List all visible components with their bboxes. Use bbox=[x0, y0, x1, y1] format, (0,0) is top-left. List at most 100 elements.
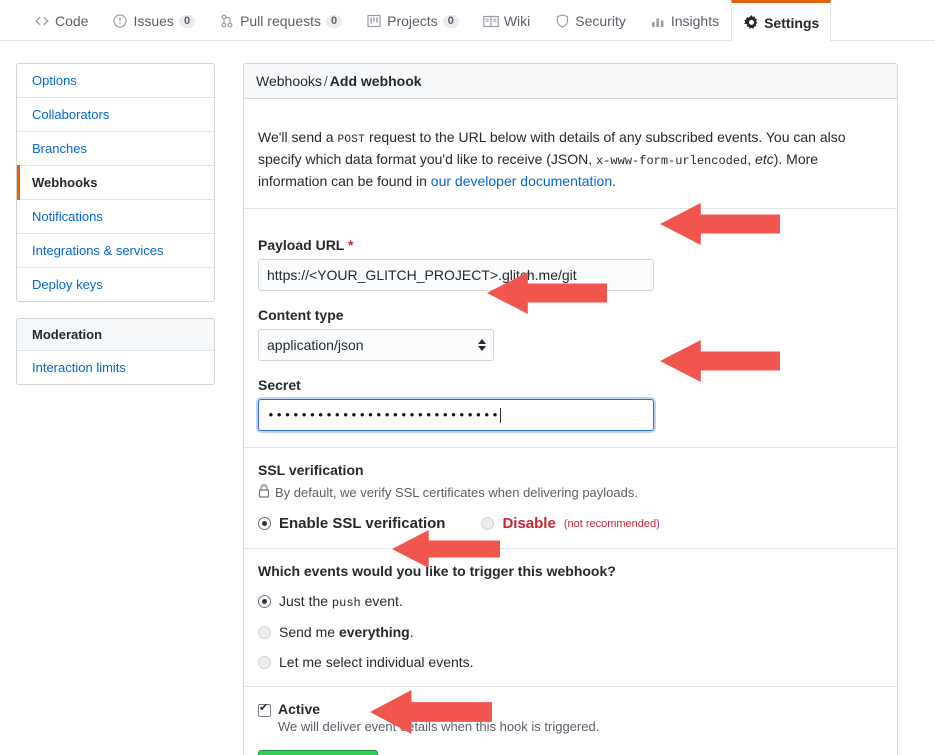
event-option-push[interactable]: Just the push event. bbox=[258, 593, 883, 610]
sidebar-item-options[interactable]: Options bbox=[17, 64, 214, 98]
sidebar-item-label: Deploy keys bbox=[32, 277, 103, 292]
intro-post-method: POST bbox=[337, 134, 366, 146]
tab-label: Code bbox=[55, 13, 89, 29]
sidebar-item-notifications[interactable]: Notifications bbox=[17, 200, 214, 234]
payload-url-label: Payload URL * bbox=[258, 237, 883, 253]
tab-label: Projects bbox=[387, 13, 438, 29]
active-label: Active bbox=[278, 701, 321, 718]
intro-part-3: , bbox=[747, 151, 756, 168]
sidebar-item-deploy-keys[interactable]: Deploy keys bbox=[17, 268, 214, 301]
add-webhook-button[interactable]: Add webhook bbox=[258, 750, 378, 755]
tab-label: Security bbox=[575, 13, 626, 29]
intro-content-type-code: x-www-form-urlencoded bbox=[596, 154, 748, 169]
settings-sidebar: Options Collaborators Branches Webhooks Noti… bbox=[16, 63, 215, 401]
secret-masked-value: •••••••••••••••••••••••••••• bbox=[267, 407, 500, 423]
tab-issues[interactable]: Issues 0 bbox=[100, 0, 207, 41]
add-webhook-panel: Webhooks / Add webhook We'll send a POST r… bbox=[243, 63, 898, 755]
tab-label: Pull requests bbox=[240, 13, 321, 29]
sidebar-item-label: Options bbox=[32, 73, 77, 88]
payload-url-field-wrap: https://<YOUR_GLITCH_PROJECT>.glitch.me/… bbox=[258, 259, 883, 292]
tab-counter: 0 bbox=[442, 14, 459, 28]
sidebar-item-label: Branches bbox=[32, 141, 87, 156]
settings-menu: Options Collaborators Branches Webhooks Noti… bbox=[16, 63, 215, 302]
payload-url-input[interactable]: https://<YOUR_GLITCH_PROJECT>.glitch.me/… bbox=[258, 259, 654, 292]
event-push-label: Just the push event. bbox=[279, 593, 403, 610]
events-section: Which events would you like to trigger t… bbox=[244, 549, 897, 688]
ssl-verification-section: SSL verification By default, we verify S… bbox=[244, 448, 897, 550]
tab-pull-requests[interactable]: Pull requests 0 bbox=[207, 0, 354, 41]
event-option-individual[interactable]: Let me select individual events. bbox=[258, 654, 883, 670]
tab-wiki[interactable]: Wiki bbox=[471, 0, 542, 41]
tab-label: Issues bbox=[133, 13, 174, 29]
sidebar-item-label: Integrations & services bbox=[32, 243, 164, 258]
text-caret bbox=[500, 407, 502, 423]
issue-opened-icon bbox=[112, 13, 128, 29]
tab-label: Wiki bbox=[503, 13, 531, 29]
ssl-disable-note: (not recommended) bbox=[563, 517, 660, 530]
tab-settings[interactable]: Settings bbox=[731, 0, 832, 42]
book-icon bbox=[483, 13, 499, 29]
event-push-prefix: Just the bbox=[279, 593, 332, 610]
event-everything-label: Send me everything. bbox=[279, 624, 414, 640]
ssl-heading: SSL verification bbox=[258, 462, 364, 479]
active-checkbox-row[interactable]: Active We will deliver event details whe… bbox=[258, 701, 883, 734]
content-type-select[interactable]: application/json bbox=[258, 329, 494, 362]
secret-input[interactable]: •••••••••••••••••••••••••••• bbox=[258, 399, 654, 432]
tab-projects[interactable]: Projects 0 bbox=[354, 0, 471, 41]
ssl-note-row: By default, we verify SSL certificates w… bbox=[258, 484, 883, 501]
event-individual-radio[interactable] bbox=[258, 655, 271, 669]
gear-icon bbox=[743, 15, 759, 31]
lock-icon bbox=[258, 484, 270, 501]
tab-counter: 0 bbox=[326, 14, 343, 28]
event-everything-radio[interactable] bbox=[258, 625, 271, 639]
code-icon bbox=[34, 13, 50, 29]
event-everything-bold: everything bbox=[338, 624, 410, 641]
sidebar-item-label: Collaborators bbox=[32, 107, 110, 122]
active-section: Active We will deliver event details whe… bbox=[244, 687, 897, 755]
select-updown-chevrons-icon bbox=[478, 339, 486, 352]
tab-security[interactable]: Security bbox=[542, 0, 638, 41]
content-type-select-wrap: application/json bbox=[258, 329, 494, 362]
project-icon bbox=[366, 13, 382, 29]
webhook-breadcrumb: Webhooks / Add webhook bbox=[244, 64, 897, 99]
developer-documentation-link[interactable]: our developer documentation bbox=[431, 173, 612, 189]
breadcrumb-current: Add webhook bbox=[329, 73, 422, 89]
ssl-disable-radio[interactable] bbox=[481, 517, 495, 531]
payload-url-required-mark: * bbox=[348, 237, 354, 254]
active-checkbox[interactable] bbox=[258, 702, 271, 718]
event-push-radio[interactable] bbox=[258, 595, 271, 609]
tab-code[interactable]: Code bbox=[22, 0, 100, 41]
secret-label: Secret bbox=[258, 377, 301, 394]
sidebar-item-label: Interaction limits bbox=[32, 360, 126, 375]
webhook-config-section: Payload URL * https://<YOUR_GLITCH_PROJE… bbox=[244, 223, 897, 449]
sidebar-item-webhooks[interactable]: Webhooks bbox=[17, 165, 214, 200]
sidebar-item-collaborators[interactable]: Collaborators bbox=[17, 98, 214, 132]
ssl-disable-label: Disable bbox=[502, 515, 556, 533]
event-individual-label: Let me select individual events. bbox=[279, 654, 474, 671]
shield-icon bbox=[554, 13, 570, 29]
event-push-suffix: event. bbox=[360, 593, 403, 610]
moderation-heading: Moderation bbox=[17, 319, 214, 351]
intro-part-5: . bbox=[612, 172, 617, 189]
content-type-label: Content type bbox=[258, 307, 344, 324]
ssl-enable-radio[interactable] bbox=[258, 517, 271, 531]
sidebar-item-integrations-services[interactable]: Integrations & services bbox=[17, 234, 214, 268]
event-everything-prefix: Send me bbox=[279, 624, 339, 641]
page-root: Code Issues 0 Pull requests 0 Projects 0 Wiki Se… bbox=[0, 0, 935, 755]
event-option-everything[interactable]: Send me everything. bbox=[258, 624, 883, 640]
payload-url-label-text: Payload URL bbox=[258, 237, 345, 254]
intro-etc: etc bbox=[755, 151, 774, 168]
events-heading: Which events would you like to trigger t… bbox=[258, 563, 616, 580]
ssl-radio-group: Enable SSL verification Disable (not rec… bbox=[258, 515, 883, 532]
ssl-note-text: By default, we verify SSL certificates w… bbox=[275, 485, 638, 501]
event-push-code: push bbox=[331, 596, 361, 611]
intro-part-1: We'll send a bbox=[258, 129, 338, 145]
breadcrumb-webhooks-link[interactable]: Webhooks bbox=[256, 73, 322, 89]
tab-insights[interactable]: Insights bbox=[638, 0, 731, 41]
sidebar-item-interaction-limits[interactable]: Interaction limits bbox=[17, 351, 214, 384]
sidebar-item-branches[interactable]: Branches bbox=[17, 132, 214, 166]
ssl-disable-option[interactable]: Disable (not recommended) bbox=[481, 515, 660, 533]
moderation-menu: Moderation Interaction limits bbox=[16, 318, 215, 385]
ssl-enable-option[interactable]: Enable SSL verification bbox=[258, 515, 445, 532]
active-note: We will deliver event details when this … bbox=[278, 719, 600, 735]
